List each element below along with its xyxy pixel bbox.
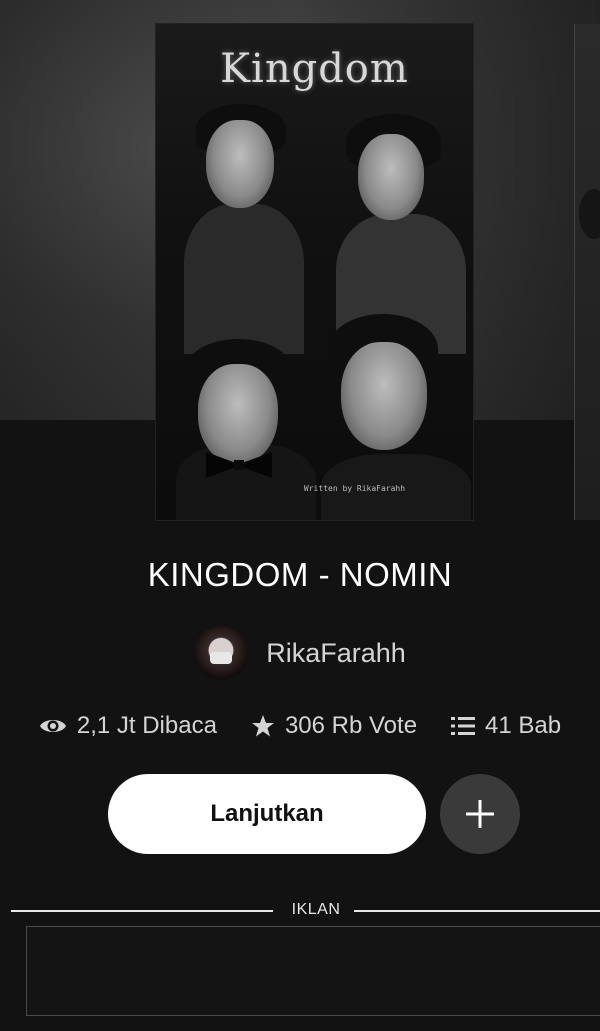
action-row: Lanjutkan — [108, 774, 520, 854]
reads-stat: 2,1 Jt Dibaca — [39, 712, 217, 740]
continue-reading-button[interactable]: Lanjutkan — [108, 774, 426, 854]
reads-count: 2,1 Jt Dibaca — [76, 712, 217, 739]
next-story-cover[interactable] — [574, 24, 600, 520]
cover-art-fragment — [579, 189, 600, 239]
eye-icon — [39, 720, 66, 732]
story-title: KINGDOM - NOMIN — [147, 556, 453, 593]
plus-icon — [466, 800, 494, 828]
divider-left — [11, 910, 273, 912]
cover-title: Kingdom — [220, 46, 409, 92]
chapters-count: 41 Bab — [485, 712, 562, 739]
author-name[interactable]: RikaFarahh — [266, 638, 406, 669]
votes-count: 306 Rb Vote — [284, 712, 418, 739]
ad-label: IKLAN — [291, 901, 341, 918]
bow-tie — [206, 452, 272, 478]
cover-credit: Written by RikaFarahh — [303, 484, 406, 493]
list-icon — [451, 717, 476, 735]
divider-right — [354, 910, 600, 912]
story-cover[interactable]: Kingdom Written by RikaFarahh — [156, 24, 473, 520]
ad-separator: IKLAN — [11, 899, 600, 921]
star-icon — [251, 715, 274, 737]
chapters-stat: 41 Bab — [451, 712, 561, 740]
votes-stat: 306 Rb Vote — [251, 712, 417, 740]
author-avatar[interactable] — [194, 626, 249, 680]
ad-slot[interactable] — [26, 926, 600, 1016]
author-row[interactable]: RikaFarahh — [0, 626, 600, 680]
add-to-library-button[interactable] — [440, 774, 520, 854]
story-stats: 2,1 Jt Dibaca 306 Rb Vote 41 Bab — [0, 712, 600, 740]
